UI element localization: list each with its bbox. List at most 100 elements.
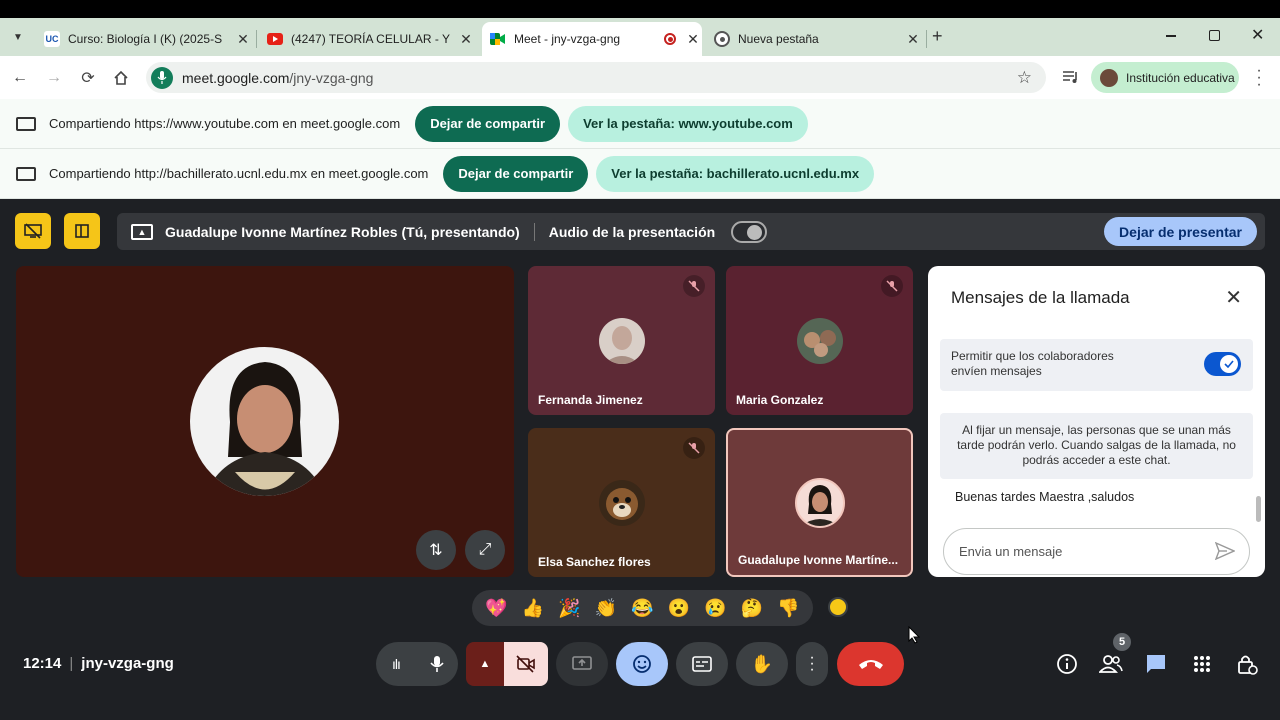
- main-video-tile[interactable]: ⇅ ⤢: [16, 266, 514, 577]
- uc-logo-icon: UC: [44, 31, 60, 47]
- presentation-audio-toggle[interactable]: [731, 220, 768, 243]
- present-screen-icon: [572, 656, 592, 670]
- clock-time: 12:14: [23, 655, 62, 672]
- captions-button[interactable]: [676, 642, 728, 686]
- close-tab-icon[interactable]: ✕: [234, 31, 252, 48]
- browser-tab-2[interactable]: (4247) TEORÍA CELULAR - Y ✕: [259, 22, 475, 56]
- divider: [533, 222, 535, 241]
- url-host: meet.google.com: [182, 69, 290, 86]
- reaction-thumbs-up[interactable]: 👍: [518, 598, 548, 619]
- stop-sharing-button[interactable]: Dejar de compartir: [415, 105, 561, 142]
- chat-icon[interactable]: [1143, 651, 1169, 677]
- close-tab-icon[interactable]: ✕: [904, 31, 922, 48]
- screen-share-icon: [16, 166, 36, 181]
- close-icon[interactable]: ✕: [1225, 285, 1242, 310]
- participant-tile-self[interactable]: Guadalupe Ivonne Martíne...: [726, 428, 913, 577]
- captions-icon: [692, 656, 712, 672]
- avatar: [795, 478, 845, 528]
- media-controls-icon[interactable]: [1062, 69, 1080, 85]
- view-tab-button[interactable]: Ver la pestaña: www.youtube.com: [568, 105, 808, 142]
- bookmark-star-icon[interactable]: ☆: [1017, 68, 1032, 88]
- reaction-surprised[interactable]: 😮: [664, 598, 694, 619]
- minimize-icon[interactable]: [1166, 26, 1180, 46]
- browser-menu-icon[interactable]: · · ·: [1254, 63, 1264, 93]
- audio-settings-button[interactable]: ılı: [376, 642, 416, 686]
- chat-input-box: [943, 528, 1250, 575]
- profile-chip[interactable]: Institución educativa: [1091, 62, 1239, 93]
- reaction-sad[interactable]: 😢: [701, 598, 731, 619]
- more-vert-icon: · · ·: [809, 649, 815, 678]
- leave-call-button[interactable]: [837, 642, 904, 686]
- skin-tone-picker[interactable]: [828, 597, 848, 617]
- url-path: /jny-vzga-gng: [289, 69, 374, 86]
- browser-tab-3[interactable]: Meet - jny-vzga-gng ✕: [482, 22, 702, 56]
- microphone-icon: [430, 656, 444, 672]
- close-window-icon[interactable]: ✕: [1251, 25, 1264, 45]
- hang-up-icon: [858, 660, 883, 669]
- layout-icon: [75, 224, 89, 238]
- send-icon[interactable]: [1214, 541, 1236, 565]
- reaction-clap[interactable]: 👏: [591, 598, 621, 619]
- address-bar-row: ← → ⟳ meet.google.com/jny-vzga-gng ☆ Ins…: [0, 56, 1280, 99]
- recording-dot-icon: [664, 33, 676, 45]
- avatar: [599, 318, 645, 364]
- chrome-icon: [714, 31, 730, 47]
- stop-sharing-button[interactable]: Dejar de compartir: [443, 155, 589, 192]
- browser-tab-4[interactable]: Nueva pestaña ✕: [706, 22, 922, 56]
- reload-icon[interactable]: ⟳: [76, 66, 100, 90]
- chat-input[interactable]: [959, 544, 1199, 559]
- people-icon[interactable]: 5: [1098, 633, 1131, 677]
- view-tab-button[interactable]: Ver la pestaña: bachillerato.ucnl.edu.mx: [596, 155, 875, 192]
- mic-button[interactable]: [416, 642, 458, 686]
- participant-tile[interactable]: Elsa Sanchez flores: [528, 428, 715, 577]
- chat-scrollbar[interactable]: [1256, 496, 1261, 522]
- reaction-heart[interactable]: 💖: [481, 598, 511, 619]
- mic-active-icon: [151, 66, 173, 89]
- camera-off-button[interactable]: [504, 642, 548, 686]
- participant-name: Fernanda Jimenez: [538, 393, 643, 407]
- allow-messages-toggle[interactable]: [1204, 352, 1241, 376]
- swap-arrows-icon: ⇅: [429, 542, 443, 559]
- emoji-button[interactable]: [616, 642, 668, 686]
- tab-search-button[interactable]: ▼: [6, 25, 30, 49]
- mic-off-icon: [683, 275, 705, 297]
- omnibox[interactable]: meet.google.com/jny-vzga-gng ☆: [146, 62, 1046, 93]
- audio-level-icon: ılı: [392, 656, 401, 672]
- meeting-code: jny-vzga-gng: [81, 655, 174, 672]
- meeting-details-icon[interactable]: [1054, 651, 1080, 677]
- hide-presentation-button[interactable]: [15, 213, 51, 249]
- reaction-laugh[interactable]: 😂: [627, 598, 657, 619]
- back-arrow-icon[interactable]: ←: [8, 66, 32, 90]
- present-button[interactable]: [556, 642, 608, 686]
- close-tab-icon[interactable]: ✕: [457, 31, 475, 48]
- avatar: [1100, 68, 1118, 87]
- presentation-audio-label: Audio de la presentación: [548, 223, 716, 240]
- reaction-party[interactable]: 🎉: [554, 598, 584, 619]
- expand-icon: ⤢: [478, 541, 492, 558]
- reaction-thumbs-down[interactable]: 👎: [774, 598, 804, 619]
- home-icon[interactable]: [109, 66, 133, 90]
- participant-tile[interactable]: Fernanda Jimenez: [528, 266, 715, 415]
- host-controls-icon[interactable]: [1234, 651, 1260, 677]
- reactions-bar: 💖 👍 🎉 👏 😂 😮 😢 🤔 👎: [472, 590, 813, 626]
- tab-separator: [256, 30, 257, 48]
- fullscreen-tile-button[interactable]: ⤢: [465, 530, 505, 570]
- new-tab-plus-icon[interactable]: +: [932, 26, 943, 47]
- camera-options-button[interactable]: ▲: [466, 642, 504, 686]
- tab-separator: [926, 30, 927, 48]
- swap-tile-button[interactable]: ⇅: [416, 530, 456, 570]
- browser-tab-1[interactable]: UC Curso: Biología I (K) (2025-S ✕: [36, 22, 252, 56]
- layout-button[interactable]: [64, 213, 100, 249]
- stop-presenting-button[interactable]: Dejar de presentar: [1104, 217, 1257, 246]
- chevron-up-icon: ▲: [479, 658, 491, 670]
- raise-hand-button[interactable]: ✋: [736, 642, 788, 686]
- activities-icon[interactable]: [1189, 651, 1215, 677]
- chat-permission-row: Permitir que los colaboradores envíen me…: [940, 339, 1253, 391]
- participant-tile[interactable]: Maria Gonzalez: [726, 266, 913, 415]
- reaction-thinking[interactable]: 🤔: [737, 598, 767, 619]
- mic-off-icon: [881, 275, 903, 297]
- restore-icon[interactable]: [1209, 30, 1220, 41]
- forward-arrow-icon[interactable]: →: [42, 66, 66, 90]
- close-tab-icon[interactable]: ✕: [684, 31, 702, 48]
- more-options-button[interactable]: · · ·: [796, 642, 828, 686]
